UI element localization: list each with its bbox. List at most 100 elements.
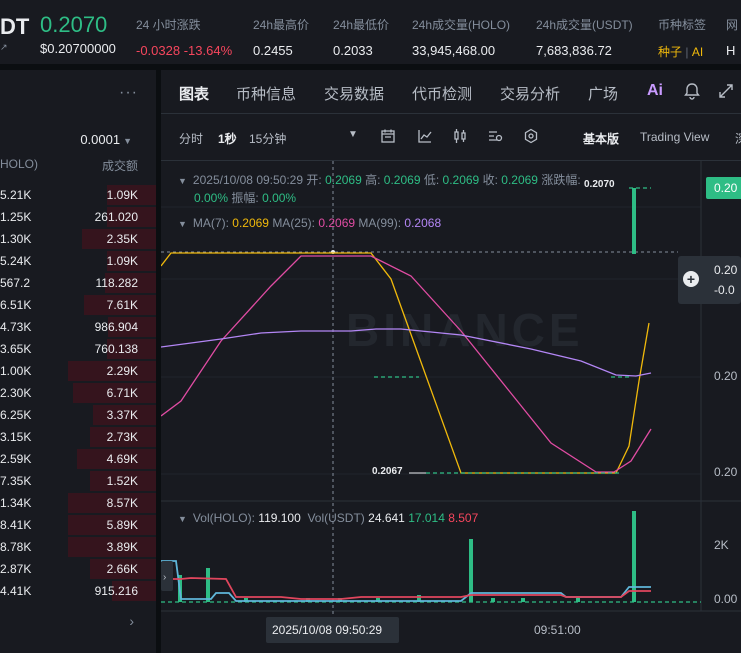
table-row[interactable]: 2.87K 2.66K — [0, 558, 156, 580]
tab-trade-analysis[interactable]: 交易分析 — [500, 83, 560, 104]
chart-tabs: 图表 币种信息 交易数据 代币检测 交易分析 广场 Ai — [161, 70, 741, 114]
ma7-line — [161, 252, 650, 474]
stat-label: 24h最高价 — [253, 18, 310, 32]
interval-15m[interactable]: 15分钟 — [249, 130, 286, 147]
token-tags: 种子 | AI — [658, 43, 706, 60]
precision-select[interactable]: 0.0001 ▼ — [80, 132, 132, 147]
line-chart-icon[interactable] — [417, 128, 433, 144]
stat-24h-volume-quote: 24h成交量(USDT) 7,683,836.72 — [536, 16, 633, 58]
bell-icon[interactable] — [683, 82, 701, 100]
legend-ma7-label: MA(7): — [192, 216, 229, 230]
expand-icon[interactable] — [717, 82, 735, 100]
volume-bar — [491, 598, 495, 602]
hexagon-settings-icon[interactable] — [523, 128, 539, 144]
chevron-right-icon[interactable]: › — [129, 613, 134, 629]
legend-volu3: 8.507 — [448, 511, 479, 525]
vol-usdt-line-2 — [161, 577, 651, 600]
table-row[interactable]: 567.2 118.282 — [0, 272, 156, 294]
precision-value: 0.0001 — [80, 132, 121, 147]
pair-symbol[interactable]: DT — [0, 14, 29, 40]
table-row[interactable]: 8.41K 5.89K — [0, 514, 156, 536]
table-row[interactable]: 7.35K 1.52K — [0, 470, 156, 492]
ma-legend: ▼ MA(7): 0.2069 MA(25): 0.2069 MA(99): 0.… — [178, 216, 441, 230]
chart-toolbar: 分时 1秒 15分钟 ▼ 基本版 Trading View 深 — [161, 120, 741, 154]
row-turnover: 261.020 — [94, 210, 138, 224]
legend-close: 0.2069 — [501, 173, 538, 187]
table-row[interactable]: 2.30K 6.71K — [0, 382, 156, 404]
tag-seed[interactable]: 种子 — [658, 45, 682, 59]
table-row[interactable]: 1.25K 261.020 — [0, 206, 156, 228]
volume-bar — [576, 598, 580, 602]
collapse-caret-icon[interactable]: ▼ — [178, 219, 187, 229]
stat-24h-volume-base: 24h成交量(HOLO) 33,945,468.00 — [412, 16, 510, 58]
collapse-caret-icon[interactable]: ▼ — [178, 176, 187, 186]
row-amount: 6.25K — [0, 408, 32, 422]
row-turnover: 4.69K — [106, 452, 138, 466]
tab-coin-info[interactable]: 币种信息 — [236, 83, 296, 104]
pair-link-icon[interactable]: ↗ — [0, 42, 8, 53]
row-amount: 1.25K — [0, 210, 32, 224]
interval-1s[interactable]: 1秒 — [218, 130, 237, 147]
row-turnover: 986.904 — [94, 320, 138, 334]
candlestick-icon[interactable] — [452, 128, 468, 144]
table-row[interactable]: 8.78K 3.89K — [0, 536, 156, 558]
more-dots-icon[interactable]: ··· — [119, 84, 138, 102]
stat-label: 币种标签 — [658, 18, 707, 32]
ai-icon[interactable]: Ai — [647, 82, 663, 100]
legend-datetime: 2025/10/08 09:50:29 — [192, 173, 304, 187]
interval-dropdown-icon[interactable]: ▼ — [348, 129, 358, 140]
legend-low-label: 低: — [423, 173, 440, 187]
price-chart[interactable]: BINANCE › ▼ 2025/10/08 09:50:29 开: 0.2069 … — [161, 160, 741, 653]
price-axis-label: 0.20 — [714, 465, 738, 479]
table-row[interactable]: 1.30K 2.35K — [0, 228, 156, 250]
collapse-caret-icon[interactable]: ▼ — [178, 514, 187, 524]
trade-history-panel: ··· 0.0001 ▼ HOLO) 成交额 5.21K 1.09K 1.25K 261… — [0, 70, 156, 653]
stat-24h-low: 24h最低价 0.2033 — [333, 16, 389, 58]
tab-square[interactable]: 广场 — [588, 83, 618, 104]
table-row[interactable]: 6.51K 7.61K — [0, 294, 156, 316]
legend-ma99-label: MA(99): — [358, 216, 402, 230]
table-row[interactable]: 1.34K 8.57K — [0, 492, 156, 514]
table-row[interactable]: 5.24K 1.09K — [0, 250, 156, 272]
volume-legend: ▼ Vol(HOLO): 119.100 Vol(USDT) 24.641 17.… — [178, 511, 478, 525]
tab-chart[interactable]: 图表 — [179, 83, 209, 104]
legend-ma7: 0.2069 — [232, 216, 269, 230]
stat-label: 24 小时涨跌 — [136, 18, 201, 32]
table-row[interactable]: 1.00K 2.29K — [0, 360, 156, 382]
chart-canvas[interactable]: BINANCE › — [161, 161, 741, 653]
row-amount: 3.15K — [0, 430, 32, 444]
tag-ai[interactable]: AI — [692, 45, 703, 59]
table-row[interactable]: 4.41K 915.216 — [0, 580, 156, 602]
table-row[interactable]: 3.15K 2.73K — [0, 426, 156, 448]
add-order-plus-icon[interactable]: + — [683, 271, 699, 287]
table-row[interactable]: 3.65K 760.138 — [0, 338, 156, 360]
stat-cut-off: 网 H — [726, 16, 738, 58]
calendar-icon[interactable] — [380, 128, 396, 144]
legend-high-label: 高: — [365, 173, 381, 187]
row-amount: 5.24K — [0, 254, 32, 268]
tab-trading-data[interactable]: 交易数据 — [324, 83, 384, 104]
row-amount: 7.35K — [0, 474, 32, 488]
tab-token-check[interactable]: 代币检测 — [412, 83, 472, 104]
legend-change-label: 涨跌幅: — [541, 173, 581, 187]
view-trading-view[interactable]: Trading View — [640, 130, 709, 144]
row-turnover: 1.09K — [106, 188, 138, 202]
row-turnover: 5.89K — [106, 518, 138, 532]
table-row[interactable]: 2.59K 4.69K — [0, 448, 156, 470]
row-turnover: 760.138 — [94, 342, 138, 356]
table-row[interactable]: 6.25K 3.37K — [0, 404, 156, 426]
crosshair-price-tag: + 0.20 -0.0 — [678, 256, 741, 304]
low-marker-label: 0.2067 — [372, 466, 403, 477]
view-depth[interactable]: 深 — [735, 130, 741, 147]
stat-value: -0.0328 -13.64% — [136, 43, 233, 58]
view-basic[interactable]: 基本版 — [583, 130, 619, 147]
row-turnover: 2.35K — [106, 232, 138, 246]
chevron-down-icon: ▼ — [123, 136, 132, 146]
interval-timeline[interactable]: 分时 — [179, 130, 203, 147]
indicator-settings-icon[interactable] — [487, 128, 503, 144]
legend-amp-label: 振幅: — [231, 191, 259, 205]
column-amount: HOLO) — [0, 157, 39, 171]
table-row[interactable]: 4.73K 986.904 — [0, 316, 156, 338]
table-row[interactable]: 5.21K 1.09K — [0, 184, 156, 206]
row-amount: 1.00K — [0, 364, 32, 378]
